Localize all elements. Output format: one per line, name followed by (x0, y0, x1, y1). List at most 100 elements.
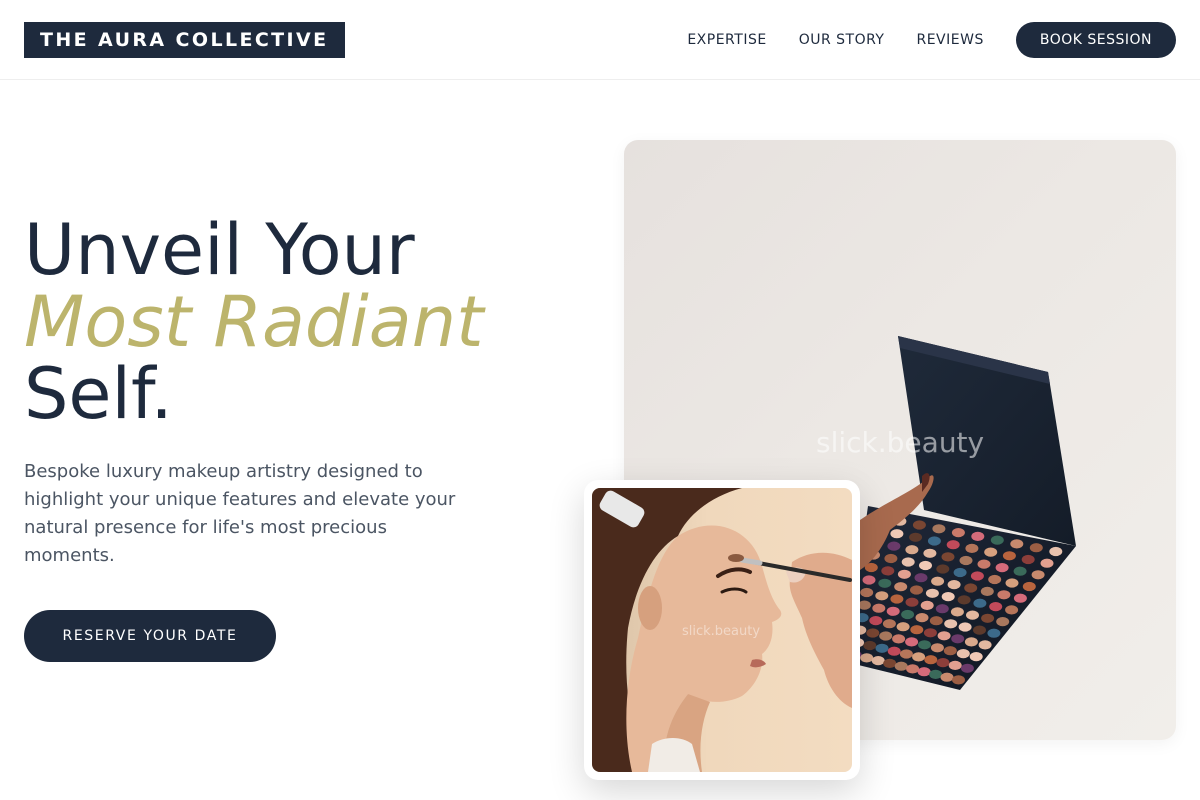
eyeshadow-pan (980, 586, 994, 596)
eyeshadow-pan (959, 555, 973, 566)
eyeshadow-pan (917, 667, 931, 677)
hero-headline: Unveil Your Most Radiant Self. (24, 214, 484, 430)
eyeshadow-pan (1010, 539, 1024, 549)
eyeshadow-pan (923, 548, 937, 558)
eyeshadow-pan (966, 610, 979, 620)
eyeshadow-pan (941, 552, 955, 562)
application-photo: slick.beauty (592, 488, 852, 772)
eyeshadow-pan (929, 669, 943, 680)
eyeshadow-pan (897, 569, 911, 579)
eyeshadow-pan (932, 524, 946, 534)
eyeshadow-pan (995, 563, 1009, 573)
eyeshadow-pan (953, 567, 967, 578)
eyeshadow-pan (947, 580, 961, 590)
eyeshadow-pan (905, 597, 919, 607)
eyeshadow-pan (981, 613, 995, 623)
eyeshadow-pan (882, 619, 896, 629)
eyeshadow-pan (1013, 593, 1027, 603)
eyeshadow-pan (1005, 578, 1019, 588)
eyeshadow-pan (866, 628, 880, 638)
eyeshadow-pan (879, 631, 893, 641)
eyeshadow-pan (860, 587, 874, 598)
eyeshadow-pan (1013, 566, 1027, 576)
eyeshadow-pan (871, 656, 885, 666)
eyeshadow-pan (929, 616, 943, 626)
eyeshadow-pan (1049, 546, 1063, 557)
eyeshadow-pan (969, 652, 983, 662)
eyeshadow-pan (1021, 554, 1035, 565)
eyeshadow-pan (884, 553, 898, 564)
eyeshadow-pan (892, 634, 906, 644)
eyeshadow-pan (906, 664, 920, 674)
eyeshadow-pan (899, 649, 913, 659)
nav-link-reviews[interactable]: REVIEWS (916, 32, 983, 48)
eyeshadow-pan (923, 628, 937, 638)
eyeshadow-pan (901, 557, 915, 567)
site-header: THE AURA COLLECTIVE EXPERTISE OUR STORY … (0, 0, 1200, 80)
eyeshadow-pan (909, 532, 923, 542)
eyeshadow-pan (996, 617, 1010, 627)
application-photo-card: slick.beauty (584, 480, 860, 780)
eyeshadow-pan (948, 660, 962, 671)
eyeshadow-pan (883, 658, 897, 669)
eyeshadow-pan (924, 655, 938, 665)
eyeshadow-pan (977, 559, 991, 569)
eyeshadow-pan (878, 578, 892, 588)
main-nav: EXPERTISE OUR STORY REVIEWS BOOK SESSION (687, 22, 1176, 58)
eyeshadow-pan (905, 637, 919, 647)
eyeshadow-pan (881, 566, 895, 576)
eyeshadow-pan (912, 520, 926, 530)
eyeshadow-pan (951, 634, 965, 644)
eyeshadow-pan (937, 631, 951, 641)
makeup-application-illustration (592, 488, 852, 772)
eyeshadow-pan (988, 574, 1002, 585)
eyeshadow-pan (973, 598, 987, 608)
eyeshadow-pan (887, 646, 901, 656)
eyeshadow-pan (886, 606, 900, 616)
eyeshadow-pan (1040, 558, 1054, 568)
eyeshadow-pan (863, 640, 877, 651)
eyeshadow-pan (896, 622, 910, 632)
eyeshadow-pan (875, 591, 889, 601)
brand-logo[interactable]: THE AURA COLLECTIVE (24, 22, 345, 58)
reserve-date-button[interactable]: RESERVE YOUR DATE (24, 610, 276, 662)
eyeshadow-pan (869, 616, 883, 626)
headline-line-1: Unveil Your (24, 209, 415, 291)
eyeshadow-pan (940, 672, 954, 682)
eyeshadow-pan (943, 646, 957, 656)
eyeshadow-pan (935, 604, 949, 614)
eyeshadow-pan (901, 609, 915, 620)
eyeshadow-pan (894, 582, 908, 592)
eyeshadow-pan (997, 590, 1011, 600)
eyeshadow-pan (936, 658, 950, 668)
book-session-button[interactable]: BOOK SESSION (1015, 22, 1176, 58)
eyeshadow-pan (862, 575, 876, 585)
eyeshadow-pan (1029, 543, 1043, 553)
eyeshadow-pan (919, 560, 932, 571)
eyeshadow-pan (987, 628, 1001, 638)
eyeshadow-pan (875, 643, 889, 653)
eyeshadow-pan (931, 576, 945, 586)
eyeshadow-pan (973, 625, 986, 635)
eyeshadow-pan (890, 529, 904, 539)
eyeshadow-pan (1022, 581, 1036, 592)
eyeshadow-pan (1031, 570, 1045, 580)
eyeshadow-pan (990, 535, 1004, 545)
nav-link-our-story[interactable]: OUR STORY (799, 32, 885, 48)
eyeshadow-pan (964, 583, 978, 593)
eyeshadow-pan (1005, 605, 1019, 615)
hero-description: Bespoke luxury makeup artistry designed … (24, 461, 456, 566)
eyeshadow-pan (918, 640, 931, 650)
eyeshadow-pan (971, 531, 985, 541)
nav-link-expertise[interactable]: EXPERTISE (687, 32, 766, 48)
eyeshadow-pan (894, 661, 908, 671)
eyeshadow-pan (952, 675, 965, 685)
eyeshadow-pan (1002, 551, 1016, 561)
eyeshadow-pan (957, 595, 971, 605)
eyeshadow-pan (946, 540, 960, 550)
eyeshadow-pan (860, 653, 874, 663)
eyeshadow-pan (989, 602, 1003, 612)
eyeshadow-pan (872, 603, 886, 613)
eyeshadow-pan (950, 607, 964, 617)
eyeshadow-pan (941, 592, 955, 602)
